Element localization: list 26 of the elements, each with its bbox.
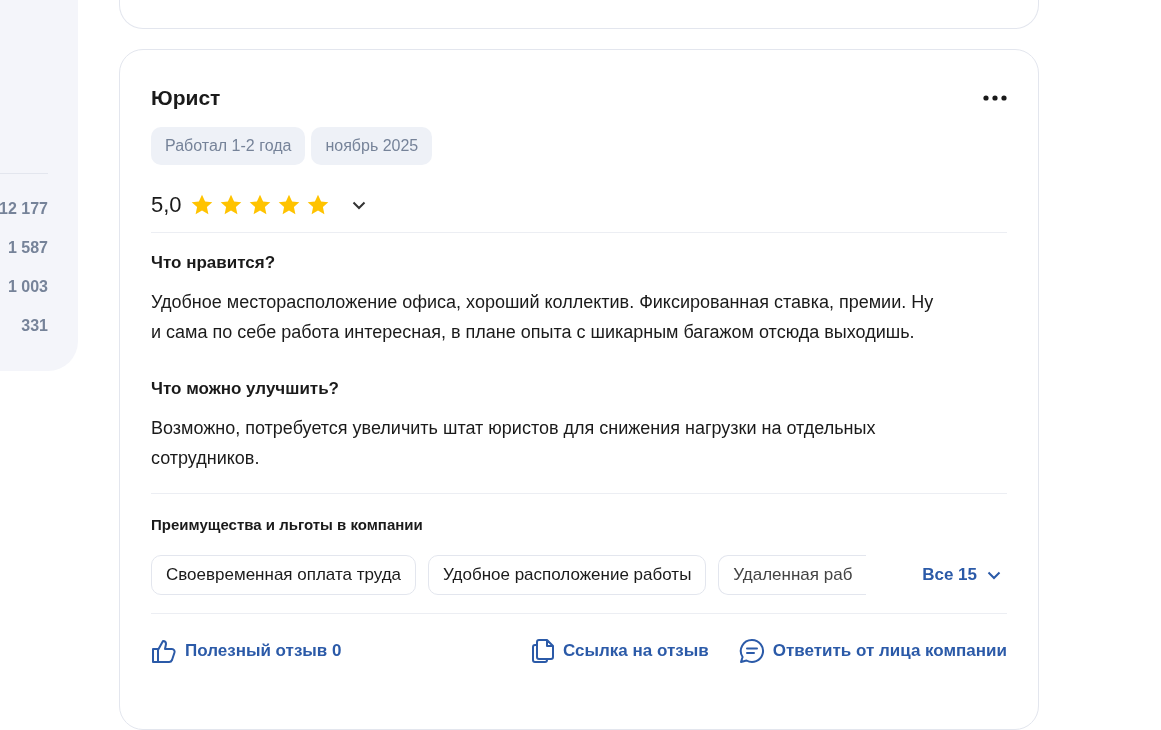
show-all-button[interactable]: Все 15 [922, 565, 1007, 586]
count-text: 331 [21, 317, 48, 336]
helpful-button[interactable]: Полезный отзыв 0 [151, 638, 342, 665]
benefit-chip: Удобное расположение работы [428, 555, 707, 596]
review-title: Юрист [151, 86, 221, 111]
tag: ноябрь 2025 [311, 127, 433, 166]
copy-icon [531, 638, 556, 665]
count-text: 1 003 [7, 278, 48, 297]
rating-score: 5,0 [151, 192, 182, 219]
chevron-down-icon[interactable] [351, 200, 366, 210]
benefit-chip: Удаленная раб [718, 555, 867, 596]
benefits-heading: Преимущества и льготы в компании [151, 516, 424, 534]
thumbs-up-icon [151, 638, 177, 665]
chevron-down-icon [987, 570, 1001, 580]
count-text: 12 177 [0, 200, 48, 219]
review-text: Удобное месторасположение офиса, хороший коллектив. Фиксированная ставка, премии. Ну и сама по себе работа интересная, в плане опыта с шикарным багажом отсюда выходишь. [151, 291, 935, 345]
copy-link-button[interactable]: Ссылка на отзыв [531, 638, 709, 665]
tag: Работал 1-2 года [151, 127, 306, 166]
section-heading: Что нравится? [151, 253, 277, 274]
chat-bubble-icon [738, 638, 765, 665]
benefit-chip: Своевременная оплата труда [151, 555, 417, 596]
reply-button[interactable]: Ответить от лица компании [738, 638, 1007, 665]
section-heading: Что можно улучшить? [151, 379, 340, 400]
count-text: 1 587 [7, 239, 48, 258]
more-options-icon[interactable] [983, 95, 1007, 102]
review-text: Возможно, потребуется увеличить штат юристов для снижения нагрузки на отдельных сотрудников. [151, 417, 877, 471]
